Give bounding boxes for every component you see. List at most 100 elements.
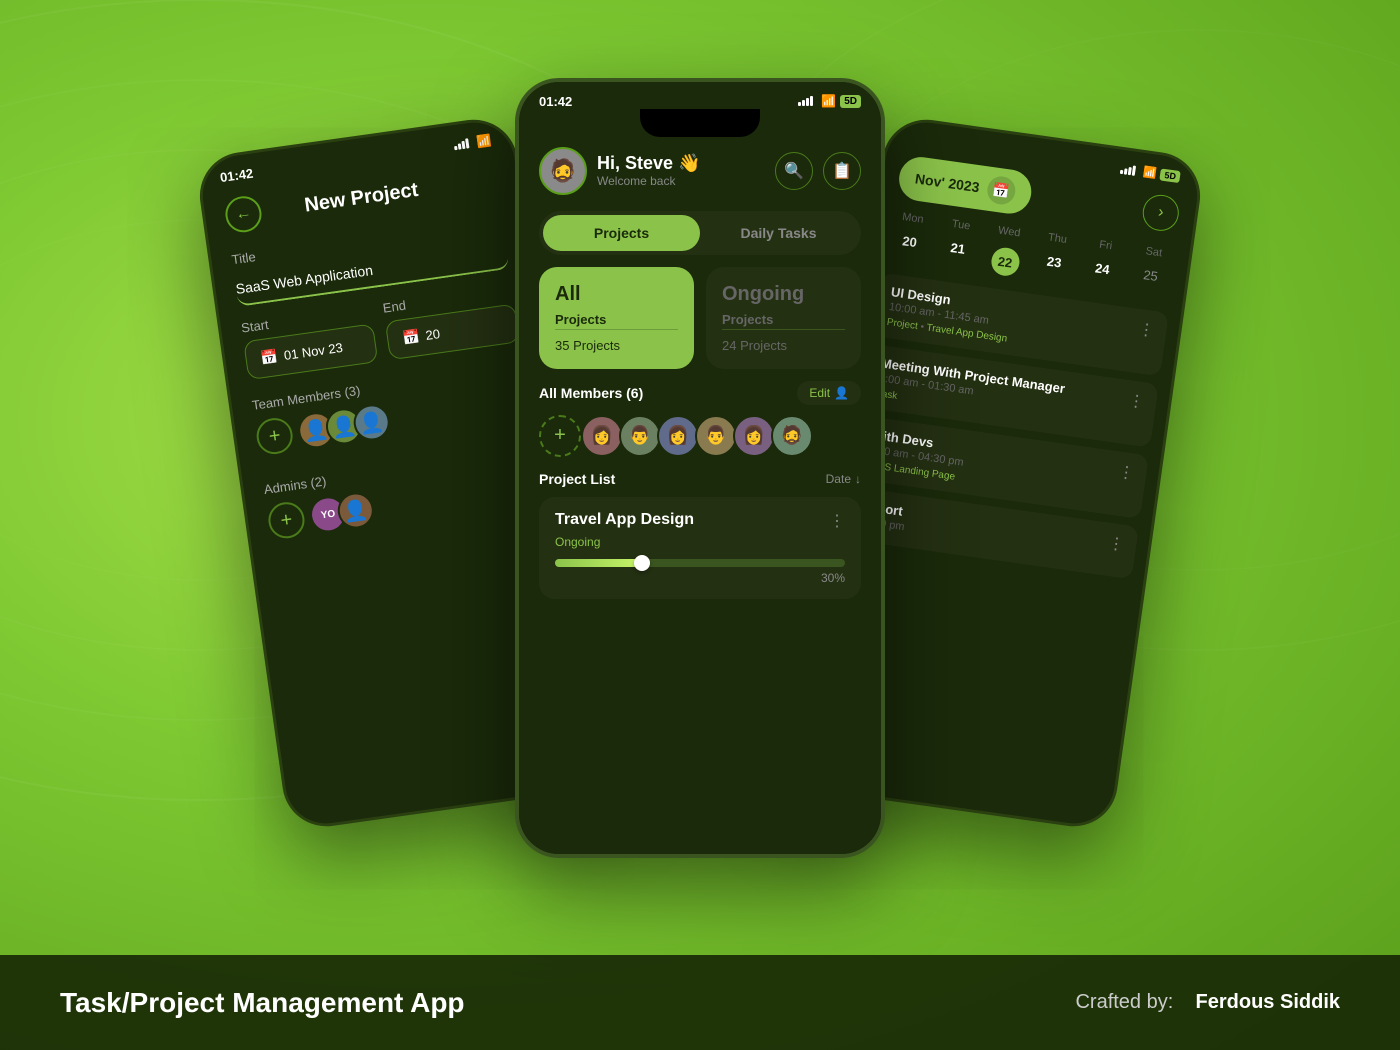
add-member-plus[interactable]: + xyxy=(539,415,581,457)
tabs-row: Projects Daily Tasks xyxy=(539,211,861,255)
members-avatars-row: + 👩 👨 👩 👨 👩 🧔 xyxy=(519,415,881,471)
date-23[interactable]: 23 xyxy=(1028,247,1079,289)
cwifi-icon: 📶 xyxy=(821,94,836,108)
card-divider-2 xyxy=(722,329,845,330)
ongoing-projects-count: 24 Projects xyxy=(722,338,845,353)
new-project-title: New Project xyxy=(270,173,453,221)
member-avatars: 👤 👤 👤 xyxy=(296,402,392,450)
user-greeting: Hi, Steve 👋 xyxy=(597,153,700,174)
csignal-4 xyxy=(810,96,813,106)
progress-bar xyxy=(555,559,845,567)
spacer-right xyxy=(909,138,939,142)
back-button[interactable]: ← xyxy=(223,193,264,234)
next-month-button[interactable]: › xyxy=(1140,192,1181,233)
date-23-value: 23 xyxy=(1046,253,1062,270)
start-col: Start 📅 01 Nov 23 xyxy=(240,302,378,380)
member-3: 👩 xyxy=(657,415,699,457)
end-date-value: 20 xyxy=(425,326,441,343)
rsignal-1 xyxy=(1120,169,1124,173)
month-pill: Nov' 2023 📅 xyxy=(896,154,1034,216)
edit-members-button[interactable]: Edit 👤 xyxy=(797,381,861,405)
status-icons-left: 📶 xyxy=(453,132,493,151)
add-admin-button[interactable]: + xyxy=(266,499,307,540)
date-21-value: 21 xyxy=(950,240,966,257)
members-title: All Members (6) xyxy=(539,385,643,401)
date-25-value: 25 xyxy=(1142,267,1158,284)
ongoing-projects-label: Projects xyxy=(722,312,845,327)
user-info: 🧔 Hi, Steve 👋 Welcome back xyxy=(539,147,700,195)
add-member-button[interactable]: + xyxy=(254,415,295,456)
user-avatar: 🧔 xyxy=(539,147,587,195)
project-list-title: Project List xyxy=(539,471,615,487)
csignal-2 xyxy=(802,100,805,106)
signal-bar-4 xyxy=(465,137,469,147)
task-1-content: UI Design 10:00 am - 11:45 am Project • … xyxy=(886,284,1012,344)
calendar-nav-icon[interactable]: 📅 xyxy=(985,174,1017,206)
date-22-today: 22 xyxy=(989,245,1021,277)
admin-face-2: 👤 xyxy=(338,492,374,528)
header-icons: 🔍 📋 xyxy=(775,152,861,190)
project-item-header: Travel App Design ⋮ xyxy=(555,511,845,531)
all-projects-count: 35 Projects xyxy=(555,338,678,353)
date-22[interactable]: 22 xyxy=(980,240,1031,282)
task-4-menu[interactable]: ⋮ xyxy=(1107,532,1126,554)
project-name: Travel App Design xyxy=(555,511,694,529)
center-header: 🧔 Hi, Steve 👋 Welcome back 🔍 📋 xyxy=(519,141,881,205)
sort-button[interactable]: Date ↓ xyxy=(826,472,861,486)
date-24[interactable]: 24 xyxy=(1076,254,1127,296)
user-subtitle: Welcome back xyxy=(597,174,700,188)
all-projects-label: Projects xyxy=(555,312,678,327)
member-6: 🧔 xyxy=(771,415,813,457)
user-text: Hi, Steve 👋 Welcome back xyxy=(597,153,700,188)
phones-container: 01:42 📶 ← New Project xyxy=(0,30,1400,955)
task-2-content: Meeting With Project Manager 1:00 am - 0… xyxy=(876,355,1066,424)
battery-center: 5D xyxy=(840,95,861,108)
member-2: 👨 xyxy=(619,415,661,457)
progress-thumb xyxy=(634,555,650,571)
card-divider-1 xyxy=(555,329,678,330)
project-cards: All Projects 35 Projects Ongoing Project… xyxy=(519,267,881,381)
project-item-1[interactable]: Travel App Design ⋮ Ongoing 30% xyxy=(539,497,861,599)
notch-center xyxy=(640,109,760,137)
time-left: 01:42 xyxy=(219,165,254,184)
member-face-3: 👤 xyxy=(354,404,390,440)
date-20[interactable]: 20 xyxy=(883,227,934,269)
user-avatar-icon: 🧔 xyxy=(549,158,576,184)
members-header: All Members (6) Edit 👤 xyxy=(519,381,881,415)
project-list-header: Project List Date ↓ xyxy=(519,471,881,497)
project-menu-icon[interactable]: ⋮ xyxy=(829,511,845,531)
tab-daily-tasks[interactable]: Daily Tasks xyxy=(700,215,857,251)
task-3-menu[interactable]: ⋮ xyxy=(1117,461,1136,483)
ongoing-projects-card[interactable]: Ongoing Projects 24 Projects xyxy=(706,267,861,369)
date-24-value: 24 xyxy=(1094,260,1110,277)
date-25[interactable]: 25 xyxy=(1124,260,1175,302)
all-projects-card[interactable]: All Projects 35 Projects xyxy=(539,267,694,369)
csignal-1 xyxy=(798,102,801,106)
date-21[interactable]: 21 xyxy=(931,233,982,275)
wifi-icon: 📶 xyxy=(476,132,493,148)
tab-projects[interactable]: Projects xyxy=(543,215,700,251)
calendar-icon-end: 📅 xyxy=(401,328,421,347)
calendar-icon-start: 📅 xyxy=(260,347,280,366)
start-date-value: 01 Nov 23 xyxy=(283,339,344,362)
notification-button[interactable]: 📋 xyxy=(823,152,861,190)
app-title: Task/Project Management App xyxy=(60,987,465,1019)
csignal-3 xyxy=(806,98,809,106)
status-icons-center: 📶 5D xyxy=(798,94,861,108)
battery-right: 5D xyxy=(1160,168,1181,183)
end-col: End 📅 20 xyxy=(382,282,520,360)
all-projects-title: All xyxy=(555,283,678,306)
credit-text: Crafted by: Ferdous Siddik xyxy=(1075,991,1340,1014)
bottom-bar: Task/Project Management App Crafted by: … xyxy=(0,955,1400,1050)
rsignal-4 xyxy=(1132,165,1136,175)
ongoing-projects-title: Ongoing xyxy=(722,283,845,306)
date-20-value: 20 xyxy=(901,233,917,250)
sort-label: Date xyxy=(826,472,851,486)
task-1-menu[interactable]: ⋮ xyxy=(1137,318,1156,340)
member-1: 👩 xyxy=(581,415,623,457)
task-2-menu[interactable]: ⋮ xyxy=(1127,390,1146,412)
sort-icon: ↓ xyxy=(855,472,861,486)
admin-avatars: YO 👤 xyxy=(308,490,376,535)
add-member-icon: 👤 xyxy=(834,386,849,400)
search-button[interactable]: 🔍 xyxy=(775,152,813,190)
